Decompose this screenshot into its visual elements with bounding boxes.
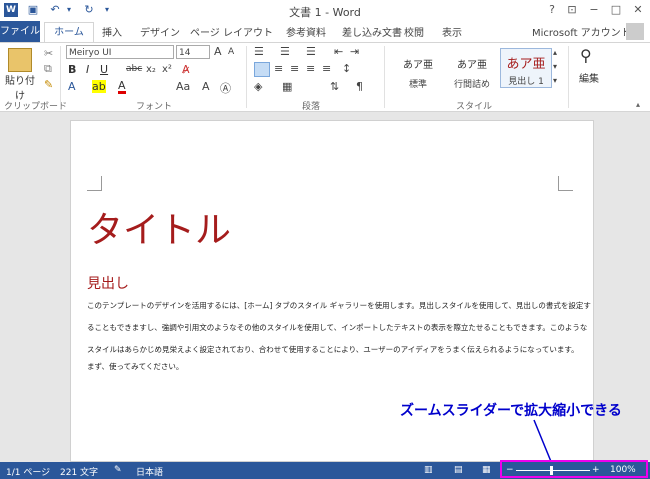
style-name: 標準 xyxy=(408,80,427,90)
group-divider xyxy=(384,46,385,108)
group-divider xyxy=(568,46,569,108)
help-button[interactable]: ? xyxy=(543,2,561,18)
web-layout-icon[interactable]: ▦ xyxy=(482,465,491,475)
tab-mailings[interactable]: 差し込み文書 xyxy=(342,24,402,39)
document-body[interactable]: このテンプレートのデザインを活用するには、[ホーム] タブのスタイル ギャラリー… xyxy=(87,295,591,361)
align-left-icon[interactable] xyxy=(254,62,270,77)
copy-icon[interactable]: ⧉ xyxy=(44,62,52,76)
style-scroll-up-icon[interactable]: ▴ xyxy=(553,48,557,57)
grow-font-icon[interactable]: A xyxy=(214,45,222,58)
account-name[interactable]: Microsoft アカウント xyxy=(532,24,631,39)
restore-button[interactable]: □ xyxy=(607,2,625,18)
distributed-icon[interactable]: ≡ xyxy=(322,62,331,75)
group-label-style: スタイル xyxy=(456,102,493,112)
crop-mark xyxy=(558,176,573,191)
style-more-icon[interactable]: ▾ xyxy=(553,76,557,85)
tab-review[interactable]: 校閲 xyxy=(404,24,424,39)
bullets-icon[interactable]: ☰ xyxy=(254,45,264,58)
line-spacing-icon[interactable]: ↕ xyxy=(342,62,351,75)
body-line: スタイルはあらかじめ見栄えよく設定されており、合わせて使用することにより、ユーザ… xyxy=(87,345,579,354)
print-layout-icon[interactable]: ▤ xyxy=(454,465,463,475)
decrease-indent-icon[interactable]: ⇤ xyxy=(334,45,343,58)
paste-button[interactable]: 貼り付け xyxy=(2,72,38,102)
page-count[interactable]: 1/1 ページ xyxy=(6,465,50,478)
zoom-highlight-box xyxy=(500,460,648,478)
style-sample: あア亜 xyxy=(403,60,433,71)
language[interactable]: 日本語 xyxy=(136,465,163,478)
align-center-icon[interactable]: ≡ xyxy=(274,62,283,75)
proofing-icon[interactable]: ✎ xyxy=(114,465,122,475)
strikethrough-icon[interactable]: abc xyxy=(126,64,142,74)
word-count[interactable]: 221 文字 xyxy=(60,465,98,478)
cut-icon[interactable]: ✂ xyxy=(44,47,53,60)
borders-icon[interactable]: ▦ xyxy=(282,80,292,93)
format-painter-icon[interactable]: ✎ xyxy=(44,78,53,91)
clear-formatting-icon[interactable]: A̷ xyxy=(182,63,190,76)
read-mode-icon[interactable]: ▥ xyxy=(424,465,433,475)
document-closing[interactable]: まず、使ってみてください。 xyxy=(87,361,183,372)
font-color-icon[interactable]: A xyxy=(118,80,126,94)
tab-insert[interactable]: 挿入 xyxy=(102,24,122,39)
close-button[interactable]: ✕ xyxy=(629,2,647,18)
superscript-icon[interactable]: x² xyxy=(162,64,172,75)
underline-icon[interactable]: U xyxy=(100,63,108,76)
highlight-icon[interactable]: ab xyxy=(92,80,106,93)
italic-icon[interactable]: I xyxy=(86,63,89,76)
style-normal[interactable]: あア亜 標準 xyxy=(392,48,444,90)
account-avatar[interactable] xyxy=(626,23,644,40)
tab-design[interactable]: デザイン xyxy=(140,24,180,39)
find-binoculars-icon[interactable]: ⚲ xyxy=(580,46,592,65)
tab-home[interactable]: ホーム xyxy=(44,22,94,42)
tab-references[interactable]: 参考資料 xyxy=(286,24,326,39)
edit-button[interactable]: 編集 xyxy=(574,70,604,85)
style-name: 行間詰め xyxy=(453,80,490,90)
group-divider xyxy=(60,46,61,108)
increase-indent-icon[interactable]: ⇥ xyxy=(350,45,359,58)
style-heading-1[interactable]: あア亜 見出し 1 xyxy=(500,48,552,88)
style-sample: あア亜 xyxy=(457,60,487,71)
numbering-icon[interactable]: ☰ xyxy=(280,45,290,58)
enclose-characters-icon[interactable]: Ⓐ xyxy=(220,80,231,96)
ribbon-display-options-icon[interactable]: ⊡ xyxy=(563,2,581,18)
document-heading[interactable]: 見出し xyxy=(87,273,129,293)
style-scroll-down-icon[interactable]: ▾ xyxy=(553,62,557,71)
text-effects-icon[interactable]: A xyxy=(68,80,76,93)
body-line: ることもできますし、強調や引用文のようなその他のスタイルを使用して、インポートし… xyxy=(87,323,588,332)
font-size-field[interactable]: 14 xyxy=(176,45,210,59)
group-label-paragraph: 段落 xyxy=(302,102,321,112)
style-sample: あア亜 xyxy=(506,57,546,72)
tab-view[interactable]: 表示 xyxy=(442,24,462,39)
minimize-button[interactable]: − xyxy=(585,2,603,18)
character-shading-icon[interactable]: A xyxy=(202,80,210,93)
justify-icon[interactable]: ≡ xyxy=(306,62,315,75)
document-title[interactable]: タイトル xyxy=(87,201,231,253)
style-name: 見出し 1 xyxy=(508,77,544,87)
collapse-ribbon-icon[interactable]: ▴ xyxy=(636,100,640,109)
title-bar: W ▣ ↶ ▾ ↻ ▾ 文書 1 - Word ? ⊡ − □ ✕ xyxy=(0,0,650,21)
align-right-icon[interactable]: ≡ xyxy=(290,62,299,75)
sort-icon[interactable]: ⇅ xyxy=(330,80,339,93)
show-marks-icon[interactable]: ¶ xyxy=(356,80,363,93)
zoom-annotation: ズームスライダーで拡大縮小できる xyxy=(400,403,622,419)
font-name-field[interactable]: Meiryo UI xyxy=(66,45,174,59)
crop-mark xyxy=(87,176,102,191)
shrink-font-icon[interactable]: A xyxy=(228,47,234,57)
group-divider xyxy=(246,46,247,108)
change-case-icon[interactable]: Aa xyxy=(176,80,190,93)
shading-icon[interactable]: ◈ xyxy=(254,80,262,93)
multilevel-list-icon[interactable]: ☰ xyxy=(306,45,316,58)
tab-layout[interactable]: ページ レイアウト xyxy=(190,24,273,39)
body-line: このテンプレートのデザインを活用するには、[ホーム] タブのスタイル ギャラリー… xyxy=(87,301,591,310)
group-label-font: フォント xyxy=(136,102,173,112)
group-label-clipboard: クリップボード xyxy=(4,102,68,112)
ribbon-tab-row: 挿入 デザイン ページ レイアウト 参考資料 差し込み文書 校閲 表示 Micr… xyxy=(0,21,650,42)
paste-icon[interactable] xyxy=(8,48,32,72)
subscript-icon[interactable]: x₂ xyxy=(146,64,156,75)
tab-file[interactable]: ファイル xyxy=(0,21,40,42)
bold-icon[interactable]: B xyxy=(68,63,76,76)
style-no-spacing[interactable]: あア亜 行間詰め xyxy=(446,48,498,90)
